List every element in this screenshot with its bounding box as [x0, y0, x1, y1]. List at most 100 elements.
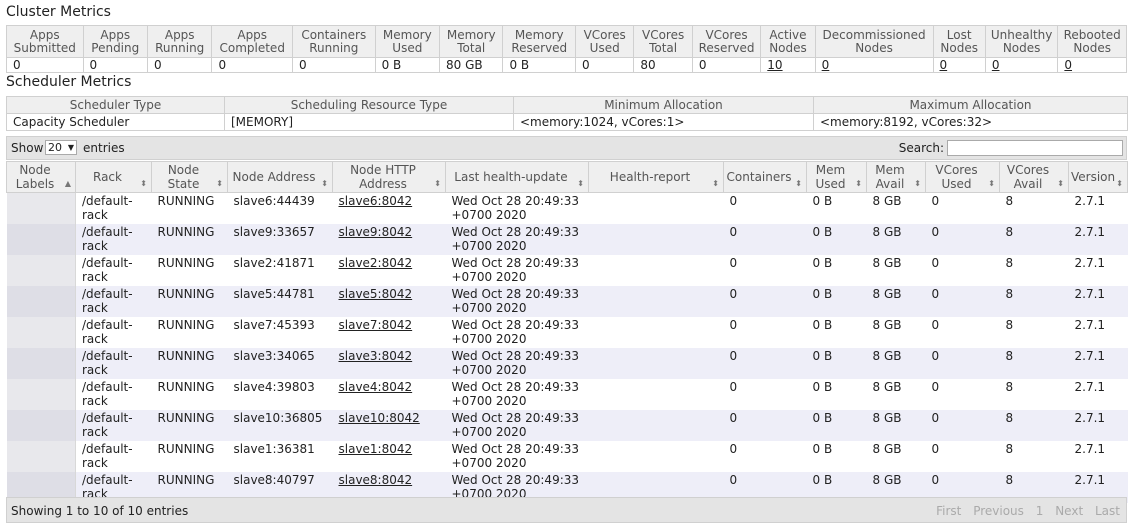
cluster-value-link[interactable]: 0: [1064, 58, 1072, 72]
cluster-value-link[interactable]: 0: [822, 58, 830, 72]
cluster-header-line2: Nodes: [855, 40, 893, 55]
vcores-avail-cell: 8: [999, 192, 1069, 224]
nodes-table: Node Labels ▲ Rack ⬍ Node State ⬍ Node Address ⬍ N…: [6, 161, 1128, 503]
header-line2: Avail: [875, 177, 905, 191]
rack-line1: /default-: [82, 380, 133, 394]
health-update-line1: Wed Oct 28 20:49:33: [451, 225, 580, 239]
vcores-used-cell: 0: [925, 410, 1000, 441]
cluster-header-3: Apps Completed: [211, 25, 293, 58]
table-footer: Showing 1 to 10 of 10 entries First Prev…: [6, 497, 1127, 523]
page-length-select[interactable]: 20 ▼: [45, 140, 77, 155]
node-http-link[interactable]: slave9:8042: [339, 225, 413, 239]
page-length-value: 20: [48, 141, 62, 154]
node-state-cell: RUNNING: [151, 348, 228, 379]
sort-both-icon: ⬍: [216, 179, 223, 188]
cluster-value-13: 0: [932, 57, 986, 73]
cluster-header-12: Decommissioned Nodes: [814, 25, 934, 58]
cluster-value-link[interactable]: 0: [992, 58, 1000, 72]
cluster-value-link[interactable]: 0: [940, 58, 948, 72]
cluster-header-line2: Completed: [219, 40, 285, 55]
page-1-button[interactable]: 1: [1036, 504, 1044, 518]
node-http-link[interactable]: slave5:8042: [339, 287, 413, 301]
table-row: /default-rack RUNNING slave3:34065 slave3:8…: [6, 348, 1128, 379]
node-http-link[interactable]: slave10:8042: [339, 411, 420, 425]
last-health-update-cell: Wed Oct 28 20:49:33 +0700 2020: [445, 255, 589, 286]
nodes-header-8[interactable]: Mem Used ⬍: [806, 161, 867, 193]
rack-cell: /default-rack: [75, 255, 152, 286]
nodes-header-12[interactable]: Version ⬍: [1068, 161, 1128, 193]
health-update-line2: +0700 2020: [451, 425, 527, 439]
node-http-link[interactable]: slave3:8042: [339, 349, 413, 363]
cluster-header-line2: Total: [649, 40, 678, 55]
node-http-address-cell: slave2:8042: [332, 255, 446, 286]
mem-avail-cell: 8 GB: [866, 410, 926, 441]
rack-line2: rack: [82, 394, 108, 408]
sort-both-icon: ⬍: [434, 179, 441, 188]
cluster-header-8: VCores Used: [574, 25, 635, 58]
cluster-header-line1: Apps: [100, 27, 131, 42]
node-address-cell: slave10:36805: [227, 410, 333, 441]
scheduler-metrics-table: Scheduler Type Scheduling Resource Type …: [6, 96, 1128, 131]
node-state-cell: RUNNING: [151, 441, 228, 472]
sort-both-icon: ⬍: [140, 179, 147, 188]
node-http-link[interactable]: slave6:8042: [339, 194, 413, 208]
node-labels-cell: [6, 379, 76, 410]
nodes-header-6[interactable]: Health-report ⬍: [588, 161, 724, 193]
cluster-header-line2: Used: [589, 40, 620, 55]
cluster-value-link[interactable]: 10: [767, 58, 782, 72]
rack-line1: /default-: [82, 318, 133, 332]
mem-used-cell: 0 B: [806, 255, 867, 286]
cluster-value-3: 0: [211, 57, 293, 73]
node-http-address-cell: slave9:8042: [332, 224, 446, 255]
rack-line1: /default-: [82, 411, 133, 425]
search-input[interactable]: [947, 140, 1123, 156]
cluster-header-2: Apps Running: [146, 25, 213, 58]
node-http-link[interactable]: slave4:8042: [339, 380, 413, 394]
version-cell: 2.7.1: [1068, 441, 1128, 472]
next-page-button[interactable]: Next: [1055, 504, 1083, 518]
previous-page-button[interactable]: Previous: [973, 504, 1024, 518]
cluster-value-15: 0: [1057, 57, 1127, 73]
version-cell: 2.7.1: [1068, 255, 1128, 286]
health-update-line1: Wed Oct 28 20:49:33: [451, 194, 580, 208]
cluster-value-12: 0: [814, 57, 934, 73]
rack-cell: /default-rack: [75, 224, 152, 255]
last-page-button[interactable]: Last: [1095, 504, 1120, 518]
sort-both-icon: ⬍: [988, 179, 995, 188]
node-http-link[interactable]: slave7:8042: [339, 318, 413, 332]
rack-line2: rack: [82, 363, 108, 377]
nodes-header-1[interactable]: Rack ⬍: [75, 161, 152, 193]
header-line1: Containers: [726, 170, 792, 184]
containers-cell: 0: [723, 255, 807, 286]
minimum-allocation-header: Minimum Allocation: [513, 96, 814, 114]
header-line1: Node HTTP: [350, 163, 416, 177]
mem-used-cell: 0 B: [806, 410, 867, 441]
health-update-line2: +0700 2020: [451, 270, 527, 284]
node-http-link[interactable]: slave1:8042: [339, 442, 413, 456]
nodes-header-5[interactable]: Last health-update ⬍: [445, 161, 589, 193]
node-http-link[interactable]: slave8:8042: [339, 473, 413, 487]
nodes-header-10[interactable]: VCores Used ⬍: [925, 161, 1000, 193]
cluster-value-0: 0: [6, 57, 84, 73]
nodes-header-2[interactable]: Node State ⬍: [151, 161, 228, 193]
nodes-header-7[interactable]: Containers ⬍: [723, 161, 807, 193]
nodes-header-3[interactable]: Node Address ⬍: [227, 161, 333, 193]
rack-cell: /default-rack: [75, 410, 152, 441]
cluster-header-line2: Nodes: [940, 40, 978, 55]
nodes-header-11[interactable]: VCores Avail ⬍: [999, 161, 1069, 193]
cluster-header-line2: Used: [392, 40, 423, 55]
nodes-header-4[interactable]: Node HTTP Address ⬍: [332, 161, 446, 193]
node-http-address-cell: slave6:8042: [332, 192, 446, 224]
nodes-header-0[interactable]: Node Labels ▲: [6, 161, 76, 193]
cluster-value-2: 0: [146, 57, 213, 73]
cluster-value-5: 0 B: [374, 57, 441, 73]
node-http-link[interactable]: slave2:8042: [339, 256, 413, 270]
nodes-header-9[interactable]: Mem Avail ⬍: [866, 161, 926, 193]
first-page-button[interactable]: First: [936, 504, 961, 518]
header-line2: Address: [359, 177, 407, 191]
table-row: /default-rack RUNNING slave10:36805 slave10…: [6, 410, 1128, 441]
rack-cell: /default-rack: [75, 192, 152, 224]
cluster-header-line1: Active: [769, 27, 807, 42]
node-http-address-cell: slave1:8042: [332, 441, 446, 472]
node-labels-cell: [6, 192, 76, 224]
